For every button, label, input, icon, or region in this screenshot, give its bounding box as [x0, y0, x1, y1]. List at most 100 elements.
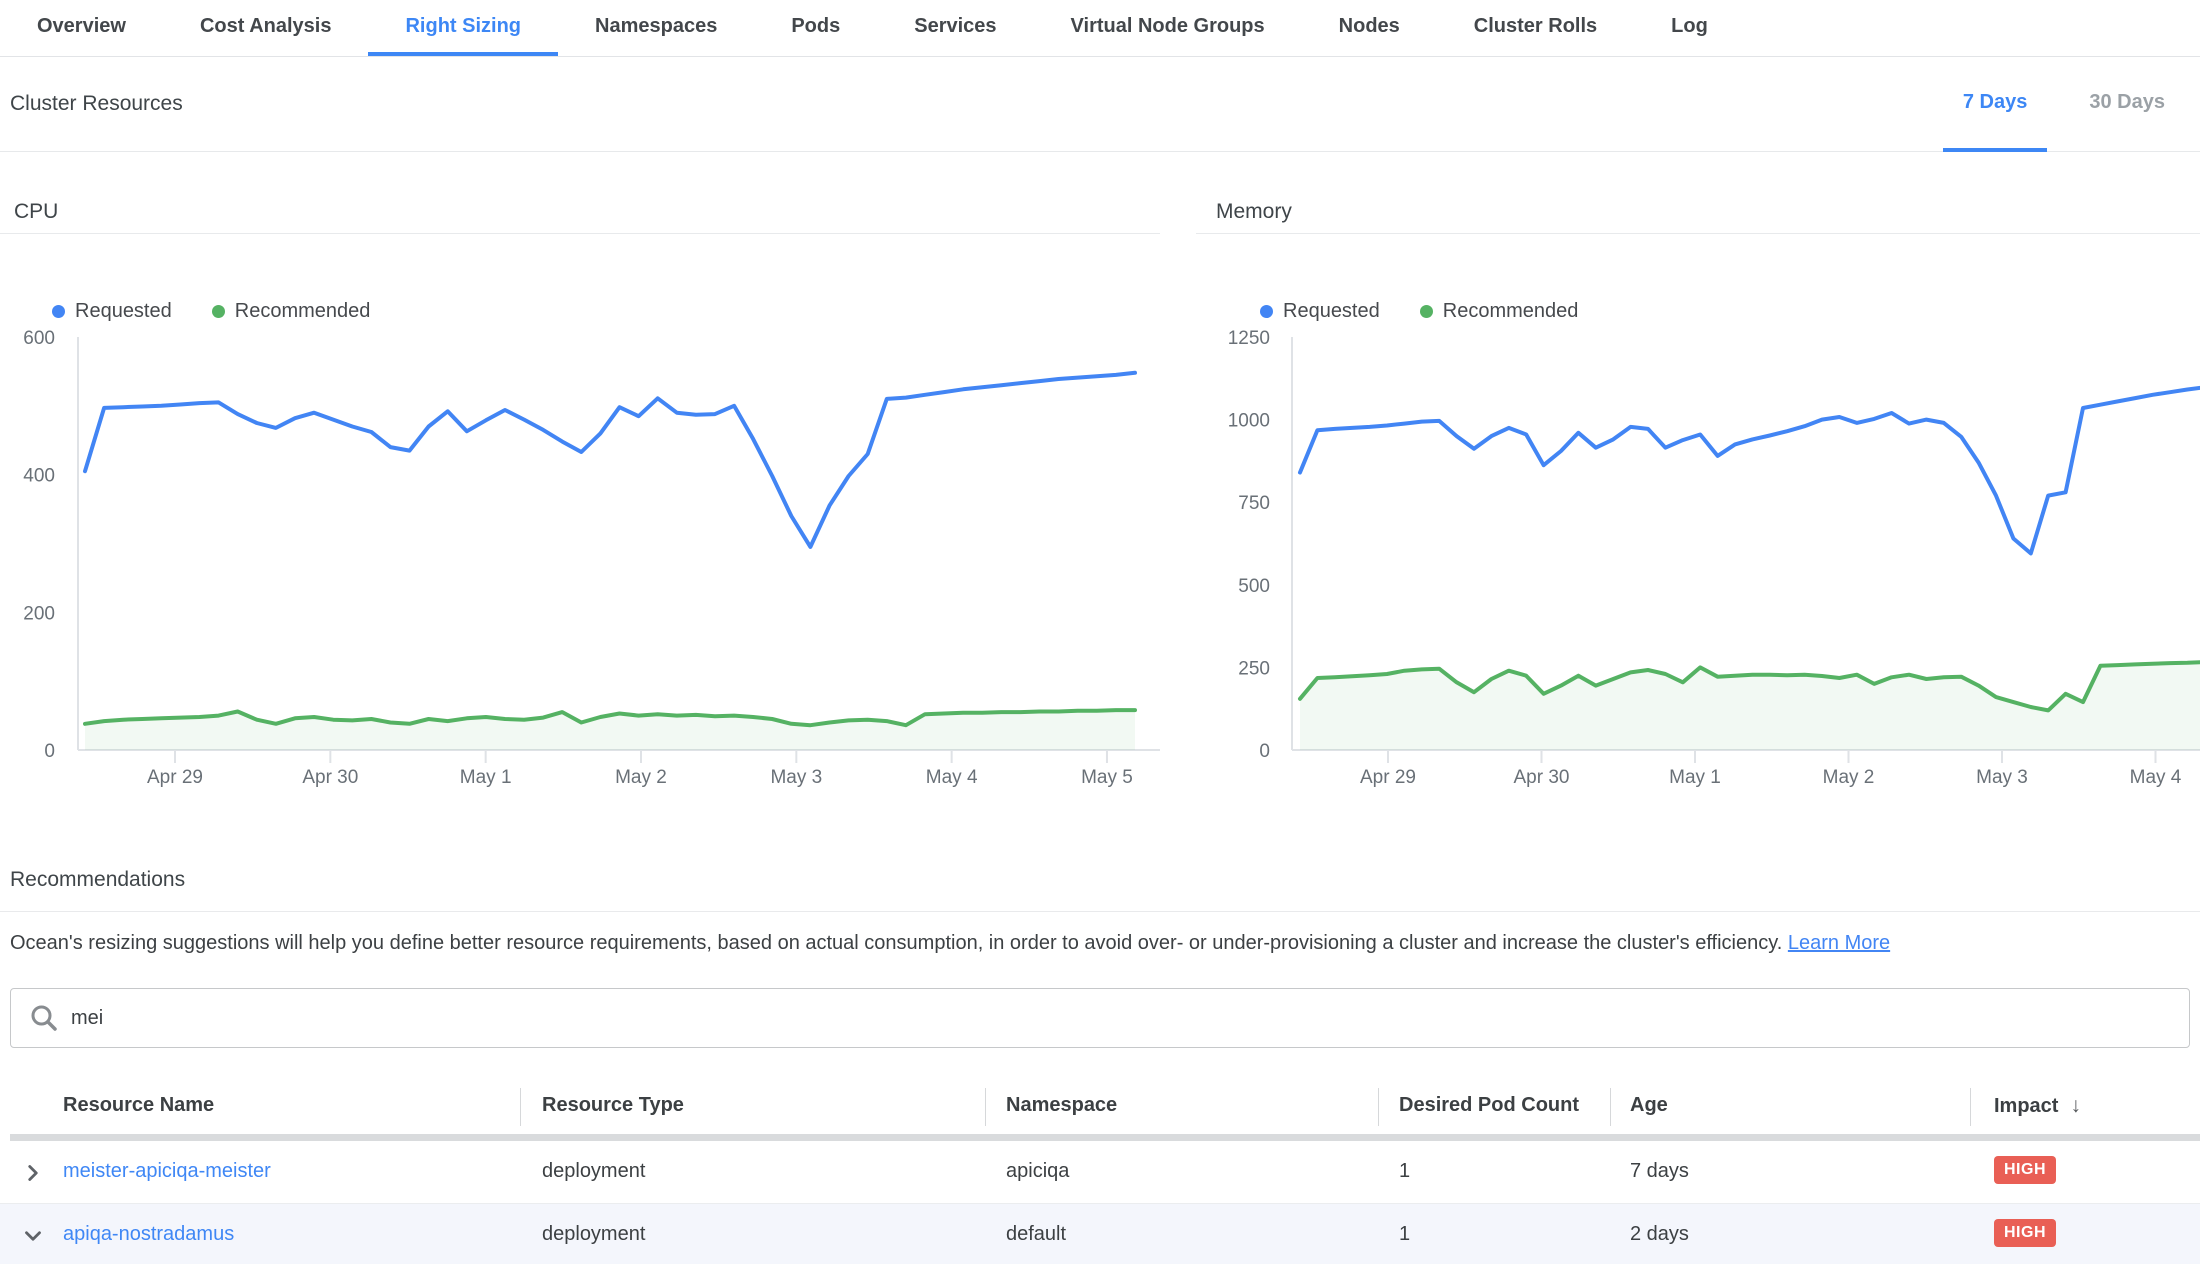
horizontal-scrollbar-track[interactable] — [10, 1134, 2200, 1141]
column-divider — [1970, 1088, 1971, 1126]
svg-text:May 2: May 2 — [615, 767, 667, 788]
column-divider — [1610, 1088, 1611, 1126]
memory-chart-svg: 0 250 500 750 1000 1250 Apr 29 Apr 30 May 1 May 2… — [1196, 325, 2200, 790]
tab-pods[interactable]: Pods — [754, 0, 877, 56]
legend-label: Requested — [75, 300, 172, 323]
learn-more-link[interactable]: Learn More — [1788, 932, 1890, 954]
table-row[interactable]: meister-apiciqa-meister deployment apiciqa… — [0, 1141, 2200, 1204]
recommendations-description-text: Ocean's resizing suggestions will help y… — [10, 932, 1782, 954]
column-header-namespace[interactable]: Namespace — [1006, 1094, 1117, 1117]
column-header-desired-pod-count[interactable]: Desired Pod Count — [1399, 1094, 1579, 1117]
cpu-chart-panel: CPU Requested Recommended 0 200 400 600 Apr 29 A… — [0, 200, 1160, 795]
time-range-toggle: 7 Days30 Days — [1921, 57, 2185, 151]
search-icon — [29, 1003, 59, 1033]
requested-line — [85, 373, 1135, 547]
legend-label: Recommended — [1443, 300, 1579, 323]
svg-text:May 2: May 2 — [1823, 767, 1875, 788]
legend-dot-icon — [1260, 305, 1273, 318]
legend-dot-icon — [1420, 305, 1433, 318]
sort-desc-arrow-icon[interactable]: ↓ — [2070, 1094, 2081, 1117]
tab-services[interactable]: Services — [877, 0, 1033, 56]
column-header-impact[interactable]: Impact↓ — [1994, 1094, 2081, 1118]
cluster-resources-header: Cluster Resources 7 Days30 Days — [0, 57, 2200, 152]
top-nav: OverviewCost AnalysisRight SizingNamespa… — [0, 0, 2200, 57]
svg-text:400: 400 — [23, 466, 55, 487]
legend-label: Requested — [1283, 300, 1380, 323]
svg-text:1000: 1000 — [1228, 411, 1270, 432]
age-cell: 2 days — [1630, 1223, 1689, 1246]
svg-text:500: 500 — [1238, 576, 1270, 597]
svg-text:May 3: May 3 — [1976, 767, 2028, 788]
svg-text:Apr 29: Apr 29 — [1360, 767, 1416, 788]
desired-pod-count-cell: 1 — [1399, 1160, 1410, 1183]
svg-text:May 5: May 5 — [1081, 767, 1133, 788]
recommendations-title: Recommendations — [10, 868, 185, 892]
chevron-right-icon[interactable] — [20, 1160, 46, 1186]
svg-text:600: 600 — [23, 328, 55, 349]
range-7-days[interactable]: 7 Days — [1943, 57, 2048, 152]
requested-line — [1300, 373, 2200, 553]
svg-text:Apr 29: Apr 29 — [147, 767, 203, 788]
legend-label: Recommended — [235, 300, 371, 323]
tab-namespaces[interactable]: Namespaces — [558, 0, 754, 56]
memory-chart-title: Memory — [1196, 200, 2200, 234]
legend-dot-icon — [52, 305, 65, 318]
memory-chart-panel: Memory Requested Recommended 0 250 500 750 1000… — [1196, 200, 2200, 795]
resource-name-link[interactable]: apiqa-nostradamus — [63, 1223, 234, 1246]
chevron-down-icon[interactable] — [20, 1223, 46, 1249]
recommendations-description: Ocean's resizing suggestions will help y… — [10, 932, 2160, 955]
svg-text:Apr 30: Apr 30 — [1514, 767, 1570, 788]
impact-badge: HIGH — [1994, 1156, 2056, 1184]
table-row[interactable]: apiqa-nostradamus deployment default 1 2 day… — [0, 1204, 2200, 1264]
column-header-resource-type[interactable]: Resource Type — [542, 1094, 684, 1117]
svg-text:May 4: May 4 — [2130, 767, 2182, 788]
memory-legend-recommended[interactable]: Recommended — [1420, 300, 1579, 323]
namespace-cell: apiciqa — [1006, 1160, 1069, 1183]
resource-name-link[interactable]: meister-apiciqa-meister — [63, 1160, 271, 1183]
tab-cost-analysis[interactable]: Cost Analysis — [163, 0, 369, 56]
table-header: Resource Name Resource Type Namespace Desir… — [0, 1080, 2200, 1134]
svg-text:0: 0 — [44, 741, 55, 762]
tab-nodes[interactable]: Nodes — [1302, 0, 1437, 56]
memory-legend-requested[interactable]: Requested — [1260, 300, 1380, 323]
svg-text:May 3: May 3 — [770, 767, 822, 788]
svg-text:Apr 30: Apr 30 — [302, 767, 358, 788]
tab-overview[interactable]: Overview — [0, 0, 163, 56]
tab-log[interactable]: Log — [1634, 0, 1745, 56]
svg-text:May 1: May 1 — [1669, 767, 1721, 788]
tab-cluster-rolls[interactable]: Cluster Rolls — [1437, 0, 1634, 56]
cpu-chart-svg: 0 200 400 600 Apr 29 Apr 30 May 1 May 2 May 3 May… — [0, 325, 1160, 790]
tab-virtual-node-groups[interactable]: Virtual Node Groups — [1034, 0, 1302, 56]
svg-text:0: 0 — [1259, 741, 1270, 762]
impact-badge: HIGH — [1994, 1219, 2056, 1247]
cpu-chart-title: CPU — [0, 200, 1160, 234]
resource-type-cell: deployment — [542, 1160, 645, 1183]
namespace-cell: default — [1006, 1223, 1066, 1246]
memory-chart-legend: Requested Recommended — [1260, 300, 1578, 323]
svg-text:May 4: May 4 — [926, 767, 978, 788]
cluster-resources-title: Cluster Resources — [10, 92, 183, 116]
range-30-days[interactable]: 30 Days — [2069, 57, 2185, 152]
legend-dot-icon — [212, 305, 225, 318]
column-header-resource-name[interactable]: Resource Name — [63, 1094, 214, 1117]
column-divider — [1378, 1088, 1379, 1126]
svg-text:May 1: May 1 — [460, 767, 512, 788]
desired-pod-count-cell: 1 — [1399, 1223, 1410, 1246]
search-input[interactable] — [71, 1007, 2151, 1030]
svg-text:250: 250 — [1238, 658, 1270, 679]
cpu-legend-recommended[interactable]: Recommended — [212, 300, 371, 323]
resource-search-box — [10, 988, 2190, 1048]
svg-text:750: 750 — [1238, 493, 1270, 514]
svg-text:200: 200 — [23, 603, 55, 624]
column-header-age[interactable]: Age — [1630, 1094, 1668, 1117]
age-cell: 7 days — [1630, 1160, 1689, 1183]
right-sizing-page: OverviewCost AnalysisRight SizingNamespa… — [0, 0, 2200, 1264]
recommendations-divider — [0, 911, 2200, 912]
cpu-legend-requested[interactable]: Requested — [52, 300, 172, 323]
column-divider — [520, 1088, 521, 1126]
svg-text:1250: 1250 — [1228, 328, 1270, 349]
tab-right-sizing[interactable]: Right Sizing — [368, 0, 558, 56]
column-divider — [985, 1088, 986, 1126]
cpu-chart-legend: Requested Recommended — [52, 300, 370, 323]
resource-type-cell: deployment — [542, 1223, 645, 1246]
